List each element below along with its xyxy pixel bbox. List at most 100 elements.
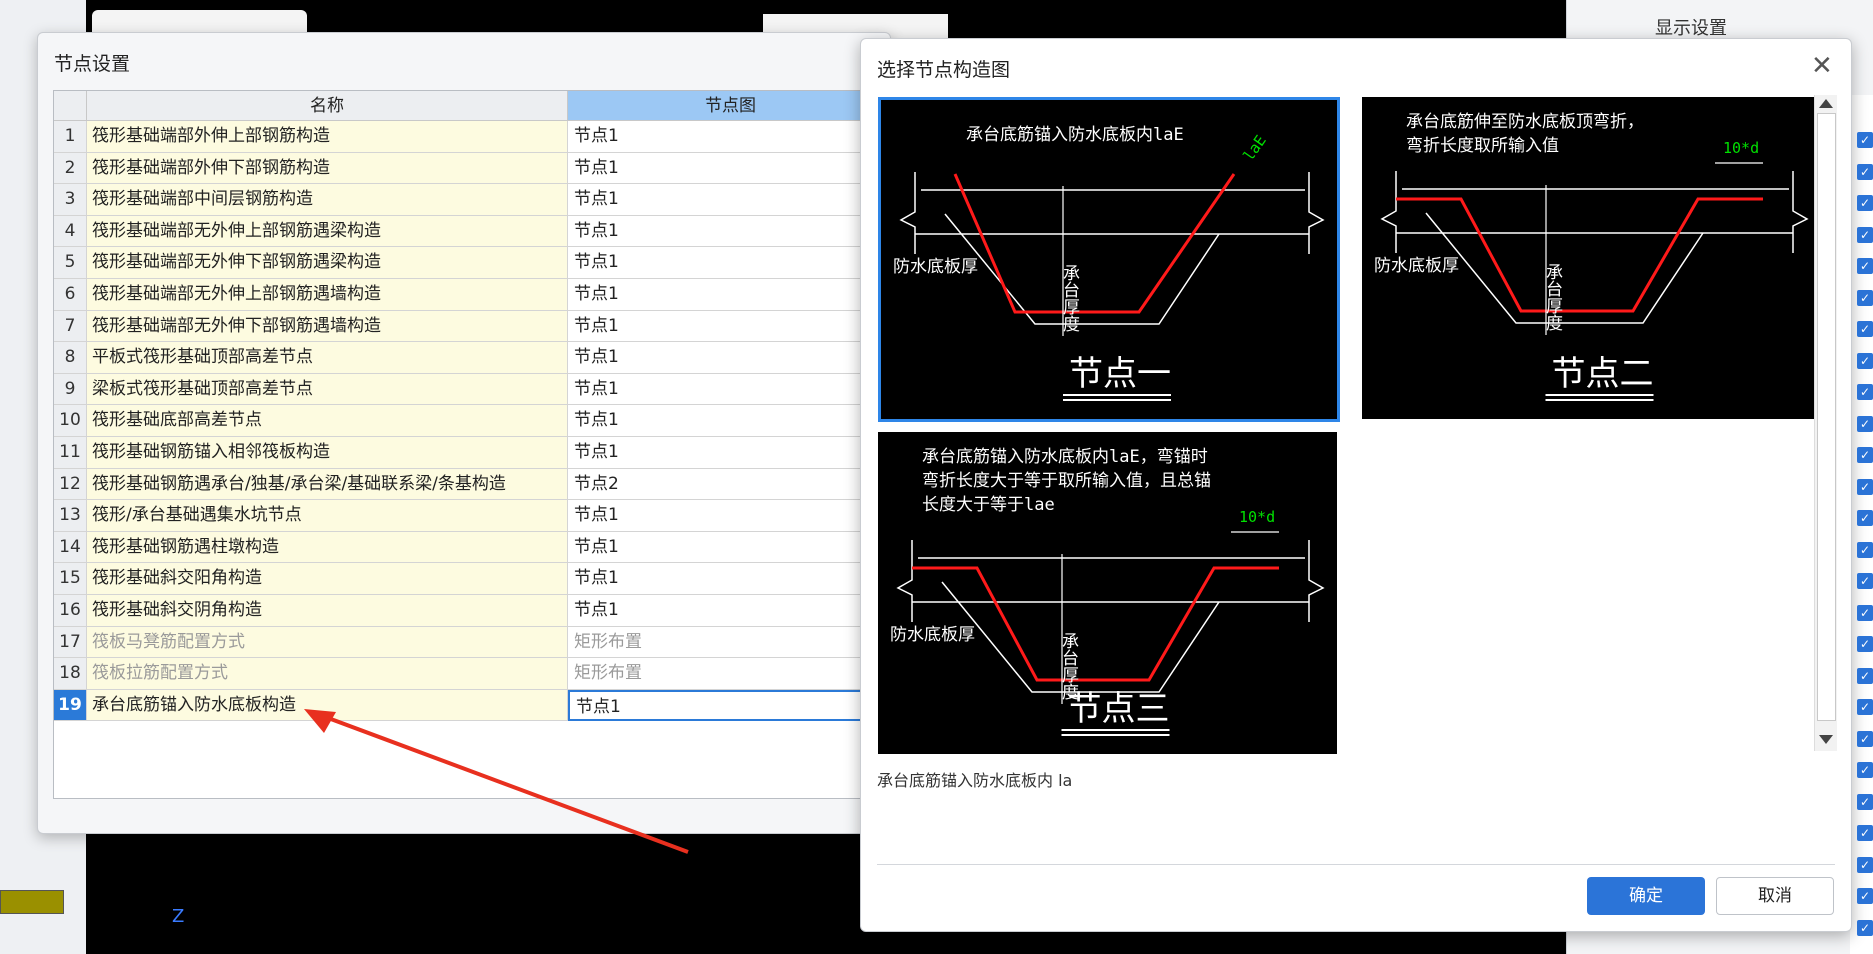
display-checkbox[interactable]: ✓: [1857, 258, 1873, 274]
table-row[interactable]: 1 筏形基础端部外伸上部钢筋构造 节点1: [54, 121, 894, 153]
node-option-2[interactable]: 承台底筋伸至防水底板顶弯折， 弯折长度取所输入值 承台厚度 防水底板厚 10*d 节点二: [1362, 97, 1821, 419]
node-value-cell[interactable]: 矩形布置: [568, 626, 894, 659]
table-row[interactable]: 7 筏形基础端部无外伸下部钢筋遇墙构造 节点1: [54, 310, 894, 343]
node-name-cell[interactable]: 筏形基础钢筋锚入相邻筏板构造: [87, 437, 568, 469]
display-checkbox[interactable]: ✓: [1857, 132, 1873, 148]
node-name-cell[interactable]: 筏形基础端部中间层钢筋构造: [87, 184, 568, 216]
table-row[interactable]: 2 筏形基础端部外伸下部钢筋构造 节点1: [54, 152, 894, 185]
table-row[interactable]: 15 筏形基础斜交阳角构造 节点1: [54, 563, 894, 595]
node-name-cell[interactable]: 平板式筏形基础顶部高差节点: [87, 342, 568, 374]
display-checkbox[interactable]: ✓: [1857, 384, 1873, 400]
color-swatch[interactable]: [0, 890, 64, 914]
node-name-cell[interactable]: 筏板马凳筋配置方式: [87, 626, 568, 659]
node-value-cell[interactable]: 节点2: [568, 468, 894, 501]
node-value-cell[interactable]: 节点1: [568, 247, 894, 279]
node-value-cell[interactable]: 矩形布置: [568, 658, 894, 690]
gallery-scrollbar[interactable]: [1814, 95, 1837, 751]
node-value-cell[interactable]: 节点1⋯: [568, 689, 894, 722]
node-name-cell[interactable]: 梁板式筏形基础顶部高差节点: [87, 373, 568, 406]
display-checkbox[interactable]: ✓: [1857, 888, 1873, 904]
node-name-cell[interactable]: 筏形基础斜交阳角构造: [87, 563, 568, 595]
table-row[interactable]: 4 筏形基础端部无外伸上部钢筋遇梁构造 节点1: [54, 215, 894, 248]
node-name-cell[interactable]: 筏形基础端部无外伸下部钢筋遇墙构造: [87, 310, 568, 343]
display-checkbox[interactable]: ✓: [1857, 415, 1873, 432]
table-row[interactable]: 3 筏形基础端部中间层钢筋构造 节点1: [54, 184, 894, 216]
column-header-name[interactable]: 名称: [87, 91, 568, 121]
table-row[interactable]: 19承台底筋锚入防水底板构造节点1⋯: [54, 689, 894, 722]
table-row[interactable]: 12 筏形基础钢筋遇承台/独基/承台梁/基础联系梁/条基构造 节点2: [54, 468, 894, 501]
table-row[interactable]: 9 梁板式筏形基础顶部高差节点 节点1: [54, 373, 894, 406]
display-checkbox[interactable]: ✓: [1857, 636, 1873, 652]
scroll-up-icon[interactable]: [1819, 99, 1833, 108]
node-value-cell[interactable]: 节点1: [568, 563, 894, 595]
node-option-3[interactable]: 承台底筋锚入防水底板内laE，弯锚时 弯折长度大于等于取所输入值，且总锚 长度大于等…: [878, 432, 1337, 754]
close-icon[interactable]: ✕: [1811, 51, 1833, 81]
table-row[interactable]: 14 筏形基础钢筋遇柱墩构造 节点1: [54, 531, 894, 564]
display-checkbox[interactable]: ✓: [1857, 321, 1873, 337]
node-value-cell[interactable]: 节点1: [568, 279, 894, 311]
display-checkbox[interactable]: ✓: [1857, 573, 1873, 589]
table-row[interactable]: 18 筏板拉筋配置方式 矩形布置: [54, 658, 894, 690]
display-checkbox[interactable]: ✓: [1857, 352, 1873, 369]
node-name-cell[interactable]: 筏形基础斜交阴角构造: [87, 595, 568, 627]
table-row[interactable]: 17 筏板马凳筋配置方式 矩形布置: [54, 626, 894, 659]
display-checkbox[interactable]: ✓: [1857, 730, 1873, 747]
display-checkbox[interactable]: ✓: [1857, 447, 1873, 463]
scroll-thumb[interactable]: [1817, 113, 1836, 721]
node-value-cell[interactable]: 节点1: [568, 437, 894, 469]
ok-button[interactable]: 确定: [1587, 877, 1705, 915]
display-checkbox[interactable]: ✓: [1857, 163, 1873, 180]
display-checkbox[interactable]: ✓: [1857, 667, 1873, 684]
display-checkbox[interactable]: ✓: [1857, 699, 1873, 715]
node-value-cell[interactable]: 节点1: [568, 500, 894, 532]
node-value-cell[interactable]: 节点1: [568, 121, 894, 153]
table-row[interactable]: 5 筏形基础端部无外伸下部钢筋遇梁构造 节点1: [54, 247, 894, 279]
display-checkbox[interactable]: ✓: [1857, 856, 1873, 873]
table-row[interactable]: 11 筏形基础钢筋锚入相邻筏板构造 节点1: [54, 437, 894, 469]
display-checkbox[interactable]: ✓: [1857, 762, 1873, 778]
node-name-cell[interactable]: 筏形基础端部外伸上部钢筋构造: [87, 121, 568, 153]
display-checkbox[interactable]: ✓: [1857, 793, 1873, 810]
display-checkbox[interactable]: ✓: [1857, 195, 1873, 211]
node-option-1[interactable]: 承台底筋锚入防水底板内laE 承台厚度 防水底板厚 laE 节点一: [878, 97, 1340, 422]
node-name-cell[interactable]: 筏形/承台基础遇集水坑节点: [87, 500, 568, 532]
node-name-cell[interactable]: 承台底筋锚入防水底板构造: [87, 689, 568, 722]
node-name-cell[interactable]: 筏形基础端部外伸下部钢筋构造: [87, 152, 568, 185]
display-checkbox[interactable]: ✓: [1857, 478, 1873, 495]
display-checkbox[interactable]: ✓: [1857, 541, 1873, 558]
table-row[interactable]: 10 筏形基础底部高差节点 节点1: [54, 405, 894, 437]
node-name-cell[interactable]: 筏板拉筋配置方式: [87, 658, 568, 690]
node-name-cell[interactable]: 筏形基础钢筋遇柱墩构造: [87, 531, 568, 564]
node-value-cell[interactable]: 节点1: [568, 152, 894, 185]
node-value-cell[interactable]: 节点1: [568, 595, 894, 627]
row-number: 17: [54, 626, 87, 659]
node-name-cell[interactable]: 筏形基础端部无外伸上部钢筋遇墙构造: [87, 279, 568, 311]
table-row[interactable]: 16 筏形基础斜交阴角构造 节点1: [54, 595, 894, 627]
node-value-cell[interactable]: 节点1: [568, 405, 894, 437]
display-checkbox[interactable]: ✓: [1857, 289, 1873, 306]
node-value-cell[interactable]: 节点1: [568, 184, 894, 216]
display-checkbox[interactable]: ✓: [1857, 919, 1873, 936]
node-name-cell[interactable]: 筏形基础底部高差节点: [87, 405, 568, 437]
node-value-cell[interactable]: 节点1: [568, 373, 894, 406]
node-name-cell[interactable]: 筏形基础钢筋遇承台/独基/承台梁/基础联系梁/条基构造: [87, 468, 568, 501]
row-number: 16: [54, 595, 87, 627]
diagram-text: 节点一: [1069, 354, 1171, 394]
display-checkbox[interactable]: ✓: [1857, 825, 1873, 841]
node-value-cell[interactable]: 节点1: [568, 215, 894, 248]
table-row[interactable]: 8 平板式筏形基础顶部高差节点 节点1: [54, 342, 894, 374]
display-checkbox[interactable]: ✓: [1857, 604, 1873, 621]
node-value-cell[interactable]: 节点1: [568, 531, 894, 564]
node-value-cell[interactable]: 节点1: [568, 342, 894, 374]
node-value-cell[interactable]: 节点1: [568, 310, 894, 343]
column-header-node[interactable]: 节点图: [568, 91, 894, 121]
scroll-down-icon[interactable]: [1819, 735, 1833, 744]
node-name-cell[interactable]: 筏形基础端部无外伸上部钢筋遇梁构造: [87, 215, 568, 248]
table-row[interactable]: 13 筏形/承台基础遇集水坑节点 节点1: [54, 500, 894, 532]
table-row[interactable]: 6 筏形基础端部无外伸上部钢筋遇墙构造 节点1: [54, 279, 894, 311]
display-checkbox[interactable]: ✓: [1857, 226, 1873, 243]
dialog-title: 节点设置: [54, 53, 131, 75]
display-checkbox[interactable]: ✓: [1857, 510, 1873, 526]
node-name-cell[interactable]: 筏形基础端部无外伸下部钢筋遇梁构造: [87, 247, 568, 279]
cancel-button[interactable]: 取消: [1716, 877, 1834, 915]
